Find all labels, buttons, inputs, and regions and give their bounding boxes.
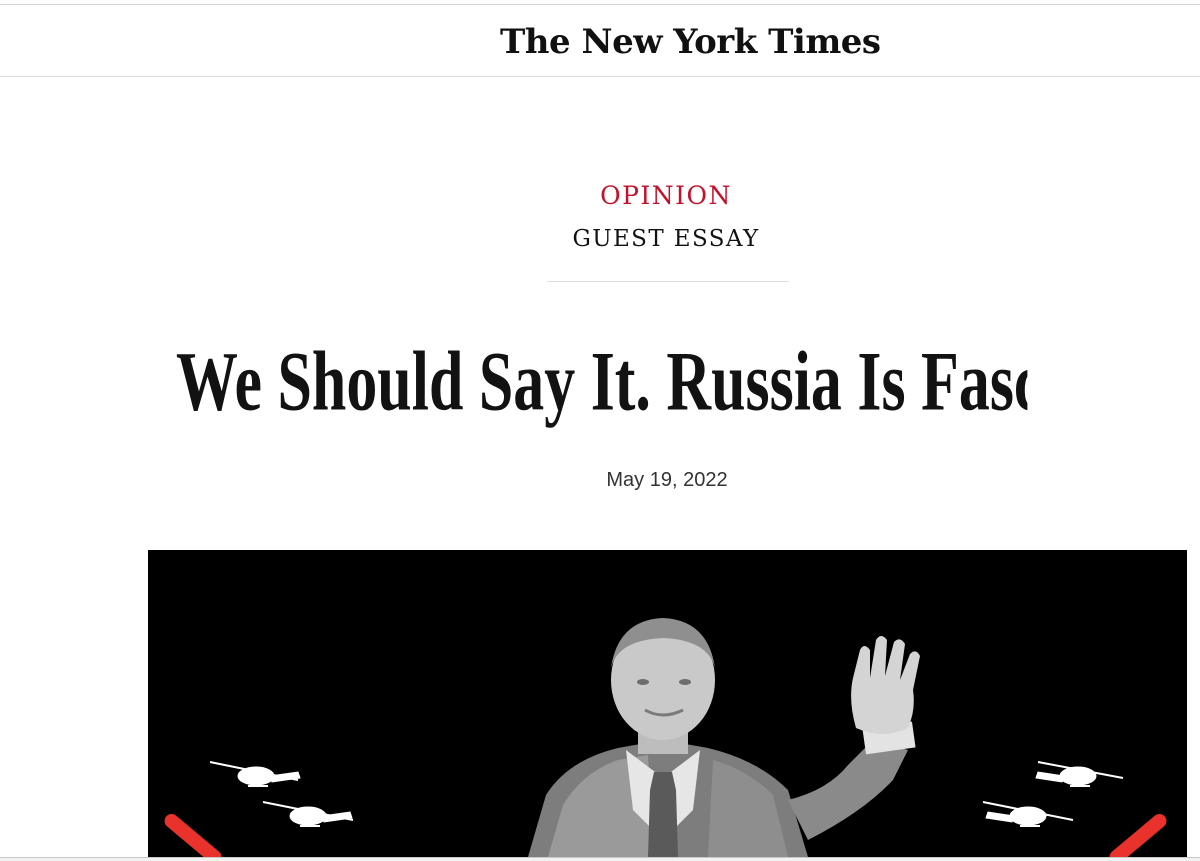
helicopter-icon bbox=[262, 801, 354, 827]
helicopter-icon bbox=[1035, 761, 1124, 787]
article-headline: We Should Say It. Russia Is Fascist. bbox=[176, 333, 1028, 429]
hero-image bbox=[148, 550, 1187, 857]
section-kicker[interactable]: OPINION bbox=[0, 178, 1200, 214]
window-bottom-edge bbox=[0, 857, 1200, 861]
missile-icon bbox=[1109, 814, 1167, 857]
section-subkicker: GUEST ESSAY bbox=[572, 226, 760, 252]
missile-icon bbox=[164, 814, 222, 857]
article-date: May 19, 2022 bbox=[606, 469, 728, 491]
kicker-divider bbox=[547, 281, 789, 282]
nyt-logo[interactable]: The New York Times bbox=[500, 18, 881, 66]
helicopter-icon bbox=[209, 761, 301, 787]
masthead: The New York Times bbox=[0, 4, 1200, 77]
page: The New York Times OPINION GUEST ESSAY W… bbox=[0, 0, 1200, 861]
helicopter-icon bbox=[982, 801, 1074, 827]
hero-illustration bbox=[164, 618, 1167, 857]
figure-silhouette bbox=[528, 618, 920, 857]
